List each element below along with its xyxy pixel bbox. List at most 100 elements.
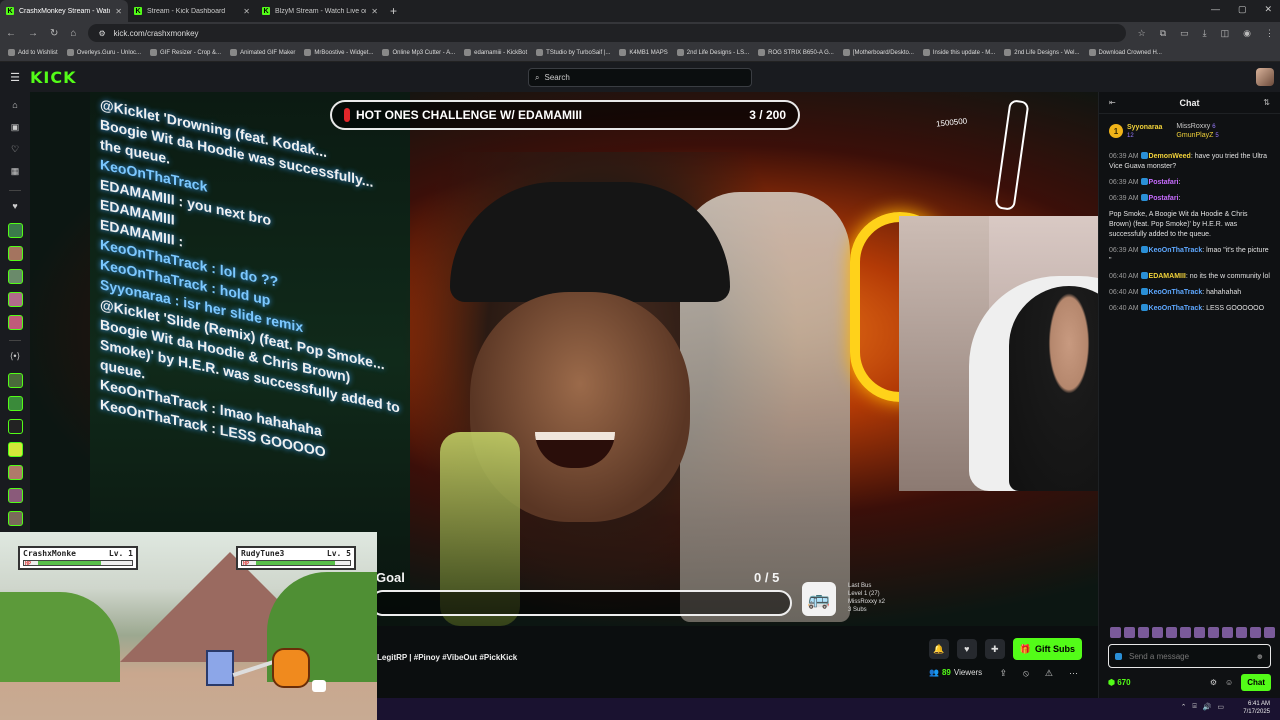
emote[interactable] bbox=[1124, 627, 1135, 638]
reload-icon[interactable]: ↻ bbox=[50, 28, 58, 39]
download-icon[interactable]: ⤓ bbox=[1203, 28, 1207, 39]
emote[interactable] bbox=[1264, 627, 1275, 638]
message-username[interactable]: EDAMAMIII bbox=[1149, 273, 1186, 280]
chat-settings-icon[interactable]: ⇅ bbox=[1263, 98, 1270, 107]
emote[interactable] bbox=[1194, 627, 1205, 638]
back-icon[interactable]: ← bbox=[6, 28, 16, 39]
bookmark-item[interactable]: Overleys.Guru - Unloc... bbox=[66, 49, 141, 56]
message-username[interactable]: KeoOnThaTrack bbox=[1149, 305, 1203, 312]
bookmark-item[interactable]: Download Crowned H... bbox=[1088, 49, 1162, 56]
emote[interactable] bbox=[1152, 627, 1163, 638]
bookmark-item[interactable]: edamamiii - KickBot bbox=[464, 49, 527, 56]
emote[interactable] bbox=[1180, 627, 1191, 638]
recommended-channel-avatar[interactable] bbox=[7, 419, 23, 434]
maximize-icon[interactable]: ▢ bbox=[1238, 4, 1247, 15]
browse-nav-icon[interactable]: ▣ bbox=[11, 122, 20, 136]
emote-menu-icon[interactable]: ☺ bbox=[1225, 678, 1233, 687]
url-field[interactable]: ⚙ kick.com/crashxmonkey bbox=[88, 24, 1126, 42]
bookmark-item[interactable]: 2nd Life Designs - LS... bbox=[676, 49, 749, 56]
bookmark-item[interactable]: Inside this update - M... bbox=[922, 49, 995, 56]
leader-side-name[interactable]: GmunPlayZ bbox=[1176, 132, 1213, 139]
share-icon[interactable]: ⇪ bbox=[1000, 668, 1008, 679]
emote[interactable] bbox=[1236, 627, 1247, 638]
smiley-icon[interactable]: ☻ bbox=[1256, 652, 1264, 661]
network-icon[interactable]: ⌸ bbox=[1192, 703, 1196, 711]
followed-channel-avatar[interactable] bbox=[7, 223, 23, 238]
recommended-channel-avatar[interactable] bbox=[7, 396, 23, 411]
home-icon[interactable]: ⌂ bbox=[70, 28, 76, 39]
notification-bell-icon[interactable]: 🔔 bbox=[928, 639, 949, 659]
bookmark-star-icon[interactable]: ☆ bbox=[1138, 28, 1146, 39]
chat-message-input[interactable]: Send a message ☻ bbox=[1108, 644, 1271, 668]
bookmark-item[interactable]: TStudio by TurboSaif |... bbox=[536, 49, 610, 56]
recommended-channel-avatar[interactable] bbox=[7, 488, 23, 503]
emote[interactable] bbox=[1166, 627, 1177, 638]
message-username[interactable]: Postafari bbox=[1149, 195, 1179, 202]
hamburger-menu-icon[interactable]: ☰ bbox=[0, 71, 30, 84]
close-tab-icon[interactable]: ✕ bbox=[371, 7, 378, 16]
bookmark-item[interactable]: K4MB1 MAPS bbox=[619, 49, 668, 56]
home-nav-icon[interactable]: ⌂ bbox=[12, 100, 17, 114]
bookmark-item[interactable]: [Motherboard/Deskto... bbox=[842, 49, 914, 56]
user-avatar[interactable] bbox=[1256, 68, 1274, 86]
recommended-channel-avatar[interactable] bbox=[7, 373, 23, 388]
profile-icon[interactable]: ◉ bbox=[1243, 28, 1251, 39]
recommended-channel-avatar[interactable] bbox=[7, 465, 23, 480]
collapse-chat-icon[interactable]: ⇤ bbox=[1109, 98, 1116, 107]
send-chat-button[interactable]: Chat bbox=[1241, 673, 1271, 691]
chat-settings-gear-icon[interactable]: ⚙ bbox=[1210, 678, 1217, 687]
categories-nav-icon[interactable]: ▦ bbox=[11, 166, 20, 180]
new-tab-button[interactable]: + bbox=[390, 4, 397, 18]
emote[interactable] bbox=[1208, 627, 1219, 638]
cast-icon[interactable]: ▭ bbox=[1180, 28, 1189, 39]
browser-tab-2[interactable]: K Stream - Kick Dashboard ✕ bbox=[128, 0, 256, 22]
leader-side-name[interactable]: MissRoxxy bbox=[1176, 123, 1210, 130]
volume-icon[interactable]: 🔊 bbox=[1203, 703, 1212, 711]
more-icon[interactable]: ⋯ bbox=[1069, 668, 1078, 679]
more-menu-icon[interactable]: ⋮ bbox=[1265, 28, 1274, 39]
gift-icon[interactable]: ✚ bbox=[984, 639, 1005, 659]
split-icon[interactable]: ◫ bbox=[1221, 28, 1230, 39]
emote[interactable] bbox=[1138, 627, 1149, 638]
follow-heart-icon[interactable]: ♥ bbox=[956, 639, 977, 659]
message-username[interactable]: KeoOnThaTrack bbox=[1149, 289, 1203, 296]
minimize-icon[interactable]: — bbox=[1211, 4, 1220, 15]
system-clock[interactable]: 6:41 AM 7/17/2025 bbox=[1243, 700, 1270, 716]
close-tab-icon[interactable]: ✕ bbox=[243, 7, 250, 16]
browser-tab-1[interactable]: K CrashxMonkey Stream - Watc ✕ bbox=[0, 0, 128, 22]
recommended-channel-avatar[interactable] bbox=[7, 511, 23, 526]
chevron-up-icon[interactable]: ⌃ bbox=[1181, 703, 1187, 711]
close-tab-icon[interactable]: ✕ bbox=[115, 7, 122, 16]
bookmark-item[interactable]: Online Mp3 Cutter - A... bbox=[382, 49, 455, 56]
battery-icon[interactable]: ▭ bbox=[1217, 703, 1224, 711]
message-username[interactable]: Postafari bbox=[1149, 179, 1179, 186]
clip-icon[interactable]: ⦸ bbox=[1023, 668, 1029, 679]
extensions-icon[interactable]: ⧉ bbox=[1160, 28, 1166, 39]
leader-name[interactable]: Syyonaraa bbox=[1127, 124, 1162, 131]
emote[interactable] bbox=[1250, 627, 1261, 638]
channel-points[interactable]: ⬢ 670 bbox=[1108, 678, 1202, 687]
bookmark-item[interactable]: 2nd Life Designs - Wel... bbox=[1004, 49, 1080, 56]
bookmark-item[interactable]: GIF Resizer - Crop &... bbox=[150, 49, 221, 56]
close-window-icon[interactable]: ✕ bbox=[1264, 4, 1272, 15]
recommended-channel-avatar[interactable] bbox=[7, 442, 23, 457]
message-username[interactable]: KeoOnThaTrack bbox=[1149, 247, 1203, 254]
bookmark-item[interactable]: Add to Wishlist bbox=[8, 49, 58, 56]
kick-logo[interactable]: KICK bbox=[30, 68, 77, 87]
bookmark-item[interactable]: ROG STRIX B650-A G... bbox=[758, 49, 834, 56]
gift-subs-button[interactable]: 🎁 Gift Subs bbox=[1012, 638, 1082, 660]
message-username[interactable]: DemonWeed bbox=[1149, 153, 1191, 160]
followed-channel-avatar[interactable] bbox=[7, 315, 23, 330]
emote[interactable] bbox=[1110, 627, 1121, 638]
bookmark-item[interactable]: MrBoostive - Widget... bbox=[304, 49, 373, 56]
forward-icon[interactable]: → bbox=[28, 28, 38, 39]
following-nav-icon[interactable]: ♡ bbox=[11, 144, 19, 158]
followed-channel-avatar[interactable] bbox=[7, 292, 23, 307]
browser-tab-3[interactable]: K BlzyM Stream - Watch Live on Kic ✕ bbox=[256, 0, 384, 22]
report-icon[interactable]: ⚠ bbox=[1045, 668, 1053, 679]
emote-picker-icon[interactable] bbox=[1115, 652, 1122, 660]
emote[interactable] bbox=[1222, 627, 1233, 638]
site-info-icon[interactable]: ⚙ bbox=[98, 29, 105, 38]
followed-channel-avatar[interactable] bbox=[7, 269, 23, 284]
followed-channel-avatar[interactable] bbox=[7, 246, 23, 261]
